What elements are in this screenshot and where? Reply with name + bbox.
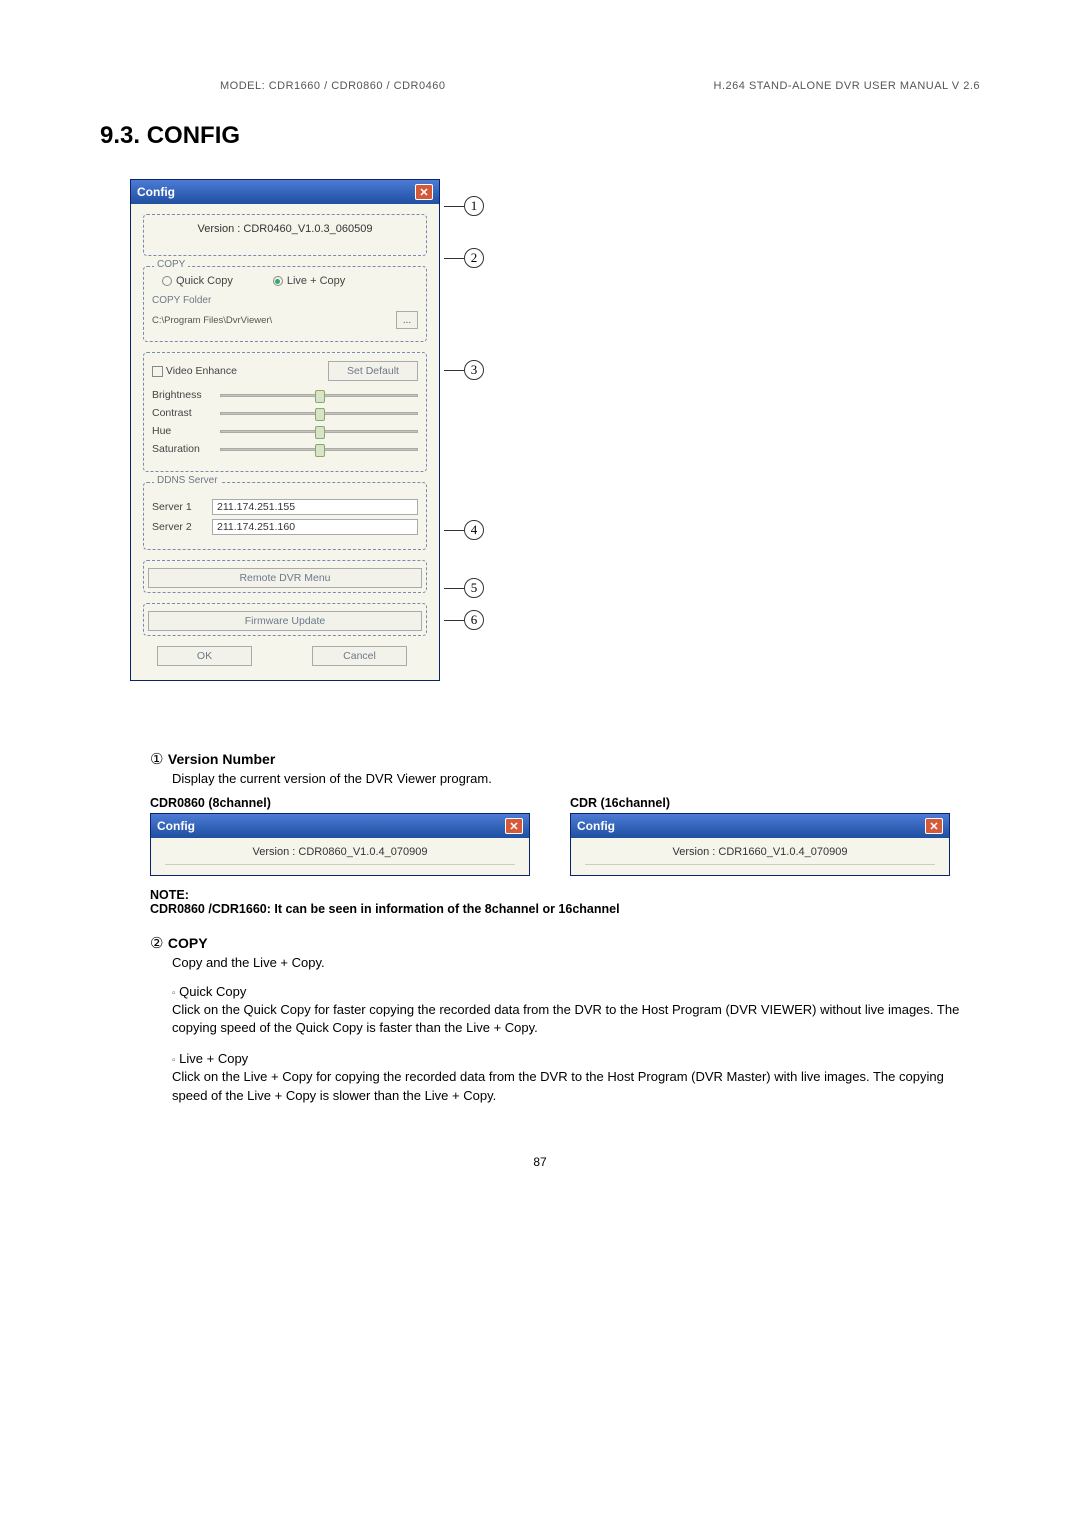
note-head: NOTE:: [150, 888, 980, 902]
ddns-group: DDNS Server Server 1211.174.251.155 Serv…: [143, 482, 427, 550]
quick-copy-radio[interactable]: Quick Copy: [162, 275, 233, 287]
quick-copy-label: Quick Copy: [179, 984, 246, 999]
server1-label: Server 1: [152, 501, 204, 513]
brightness-label: Brightness: [152, 389, 210, 401]
cancel-button[interactable]: Cancel: [312, 646, 407, 666]
bullet-icon: ▫: [172, 1055, 176, 1066]
page-header: MODEL: CDR1660 / CDR0860 / CDR0460 H.264…: [100, 80, 980, 92]
server2-label: Server 2: [152, 521, 204, 533]
server1-input[interactable]: 211.174.251.155: [212, 499, 418, 515]
server2-input[interactable]: 211.174.251.160: [212, 519, 418, 535]
dialog-title: Config: [137, 185, 175, 199]
video-group: Video Enhance Set Default Brightness Con…: [143, 352, 427, 472]
version-text: Version : CDR0460_V1.0.3_060509: [152, 223, 418, 235]
contrast-slider[interactable]: [220, 412, 418, 415]
copy-group: COPY Quick Copy Live + Copy COPY Folder …: [143, 266, 427, 342]
item1-title: Version Number: [168, 751, 275, 767]
remote-dvr-button[interactable]: Remote DVR Menu: [148, 568, 422, 588]
left-mini-version: Version : CDR0860_V1.0.4_070909: [165, 846, 515, 865]
left-config-mini: Config ✕ Version : CDR0860_V1.0.4_070909: [150, 813, 530, 876]
saturation-slider[interactable]: [220, 448, 418, 451]
saturation-label: Saturation: [152, 443, 210, 455]
callouts: 1 2 3 4 5 6: [450, 170, 500, 690]
item2-desc: Copy and the Live + Copy.: [150, 955, 980, 970]
right-mini-header: CDR (16channel): [570, 796, 950, 810]
item1-desc: Display the current version of the DVR V…: [150, 771, 980, 786]
dialog-titlebar[interactable]: Config ✕: [131, 180, 439, 204]
version-box: Version : CDR0460_V1.0.3_060509: [143, 214, 427, 256]
remote-wrap: Remote DVR Menu: [143, 560, 427, 593]
live-copy-label: Live + Copy: [179, 1051, 248, 1066]
page-number: 87: [100, 1155, 980, 1169]
copy-folder-path: C:\Program Files\DvrViewer\: [152, 315, 272, 326]
close-icon[interactable]: ✕: [505, 818, 523, 834]
note-body: CDR0860 /CDR1660: It can be seen in info…: [150, 902, 980, 916]
live-copy-text: Click on the Live + Copy for copying the…: [150, 1068, 980, 1104]
firmware-update-button[interactable]: Firmware Update: [148, 611, 422, 631]
left-mini-title: Config: [157, 819, 195, 833]
header-model: MODEL: CDR1660 / CDR0860 / CDR0460: [100, 80, 445, 92]
callout-1-num: ①: [150, 752, 163, 768]
right-mini-version: Version : CDR1660_V1.0.4_070909: [585, 846, 935, 865]
config-dialog: Config ✕ Version : CDR0460_V1.0.3_060509…: [130, 179, 440, 681]
browse-button[interactable]: ...: [396, 311, 418, 329]
content: ① Version Number Display the current ver…: [100, 750, 980, 1105]
hue-slider[interactable]: [220, 430, 418, 433]
ok-button[interactable]: OK: [157, 646, 252, 666]
close-icon[interactable]: ✕: [415, 184, 433, 200]
close-icon[interactable]: ✕: [925, 818, 943, 834]
brightness-slider[interactable]: [220, 394, 418, 397]
header-manual: H.264 STAND-ALONE DVR USER MANUAL V 2.6: [714, 80, 980, 92]
copy-legend: COPY: [154, 259, 188, 270]
copy-folder-legend: COPY Folder: [152, 295, 418, 306]
item2-title: COPY: [168, 935, 208, 951]
firmware-wrap: Firmware Update: [143, 603, 427, 636]
callout-2-num: ②: [150, 936, 163, 952]
ddns-legend: DDNS Server: [154, 475, 221, 486]
quick-copy-text: Click on the Quick Copy for faster copyi…: [150, 1001, 980, 1037]
contrast-label: Contrast: [152, 407, 210, 419]
right-mini-title: Config: [577, 819, 615, 833]
right-config-mini: Config ✕ Version : CDR1660_V1.0.4_070909: [570, 813, 950, 876]
section-title: 9.3. CONFIG: [100, 122, 980, 150]
live-copy-radio[interactable]: Live + Copy: [273, 275, 345, 287]
bullet-icon: ▫: [172, 988, 176, 999]
left-mini-header: CDR0860 (8channel): [150, 796, 530, 810]
note: NOTE: CDR0860 /CDR1660: It can be seen i…: [150, 888, 980, 916]
hue-label: Hue: [152, 425, 210, 437]
set-default-button[interactable]: Set Default: [328, 361, 418, 381]
video-enhance-check[interactable]: Video Enhance: [152, 365, 237, 377]
